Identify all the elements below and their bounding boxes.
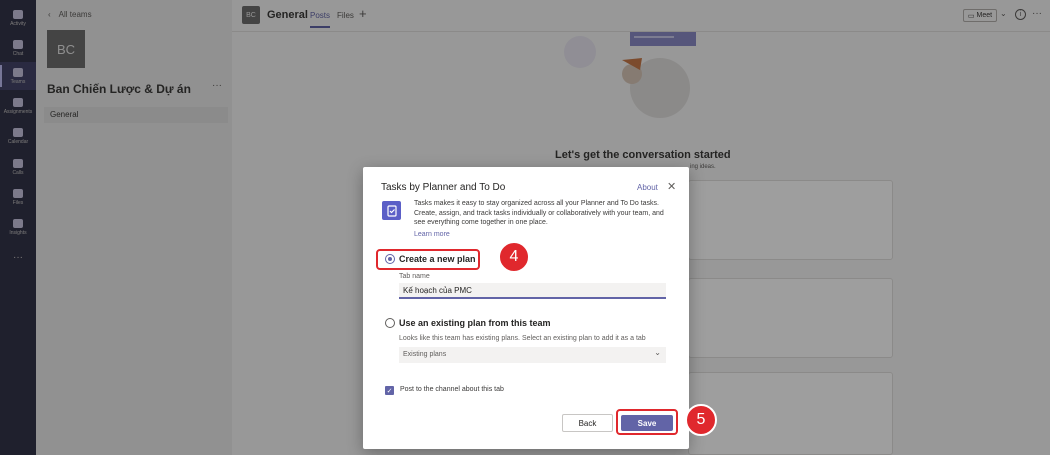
existing-plan-radio[interactable] — [385, 318, 395, 328]
tasks-dialog: Tasks by Planner and To Do About ✕ Tasks… — [363, 167, 717, 449]
tab-name-input[interactable]: Kế hoạch của PMC — [399, 283, 666, 299]
post-to-channel-checkbox[interactable]: ✓ — [385, 386, 394, 395]
checkmark-icon: ✓ — [386, 387, 393, 395]
clipboard-check-icon — [386, 204, 397, 217]
step-marker-4: 4 — [498, 241, 530, 273]
step-marker-5: 5 — [685, 404, 717, 436]
existing-plans-value: Existing plans — [403, 351, 447, 358]
app-description: Tasks makes it easy to stay organized ac… — [414, 200, 664, 226]
existing-plan-label[interactable]: Use an existing plan from this team — [399, 318, 551, 328]
tasks-app-icon — [382, 201, 401, 220]
close-icon[interactable]: ✕ — [667, 180, 676, 193]
chevron-down-icon: ⌄ — [654, 348, 661, 357]
existing-plan-hint: Looks like this team has existing plans.… — [399, 335, 646, 342]
tab-name-label: Tab name — [399, 273, 430, 280]
highlight-box-create-plan — [376, 249, 480, 270]
dialog-title: Tasks by Planner and To Do — [381, 182, 506, 193]
existing-plans-select[interactable]: Existing plans ⌄ — [399, 347, 666, 363]
about-link[interactable]: About — [637, 183, 658, 192]
post-to-channel-label: Post to the channel about this tab — [400, 386, 504, 393]
learn-more-link[interactable]: Learn more — [414, 231, 450, 238]
back-button[interactable]: Back — [562, 414, 613, 432]
highlight-box-save — [616, 409, 678, 435]
